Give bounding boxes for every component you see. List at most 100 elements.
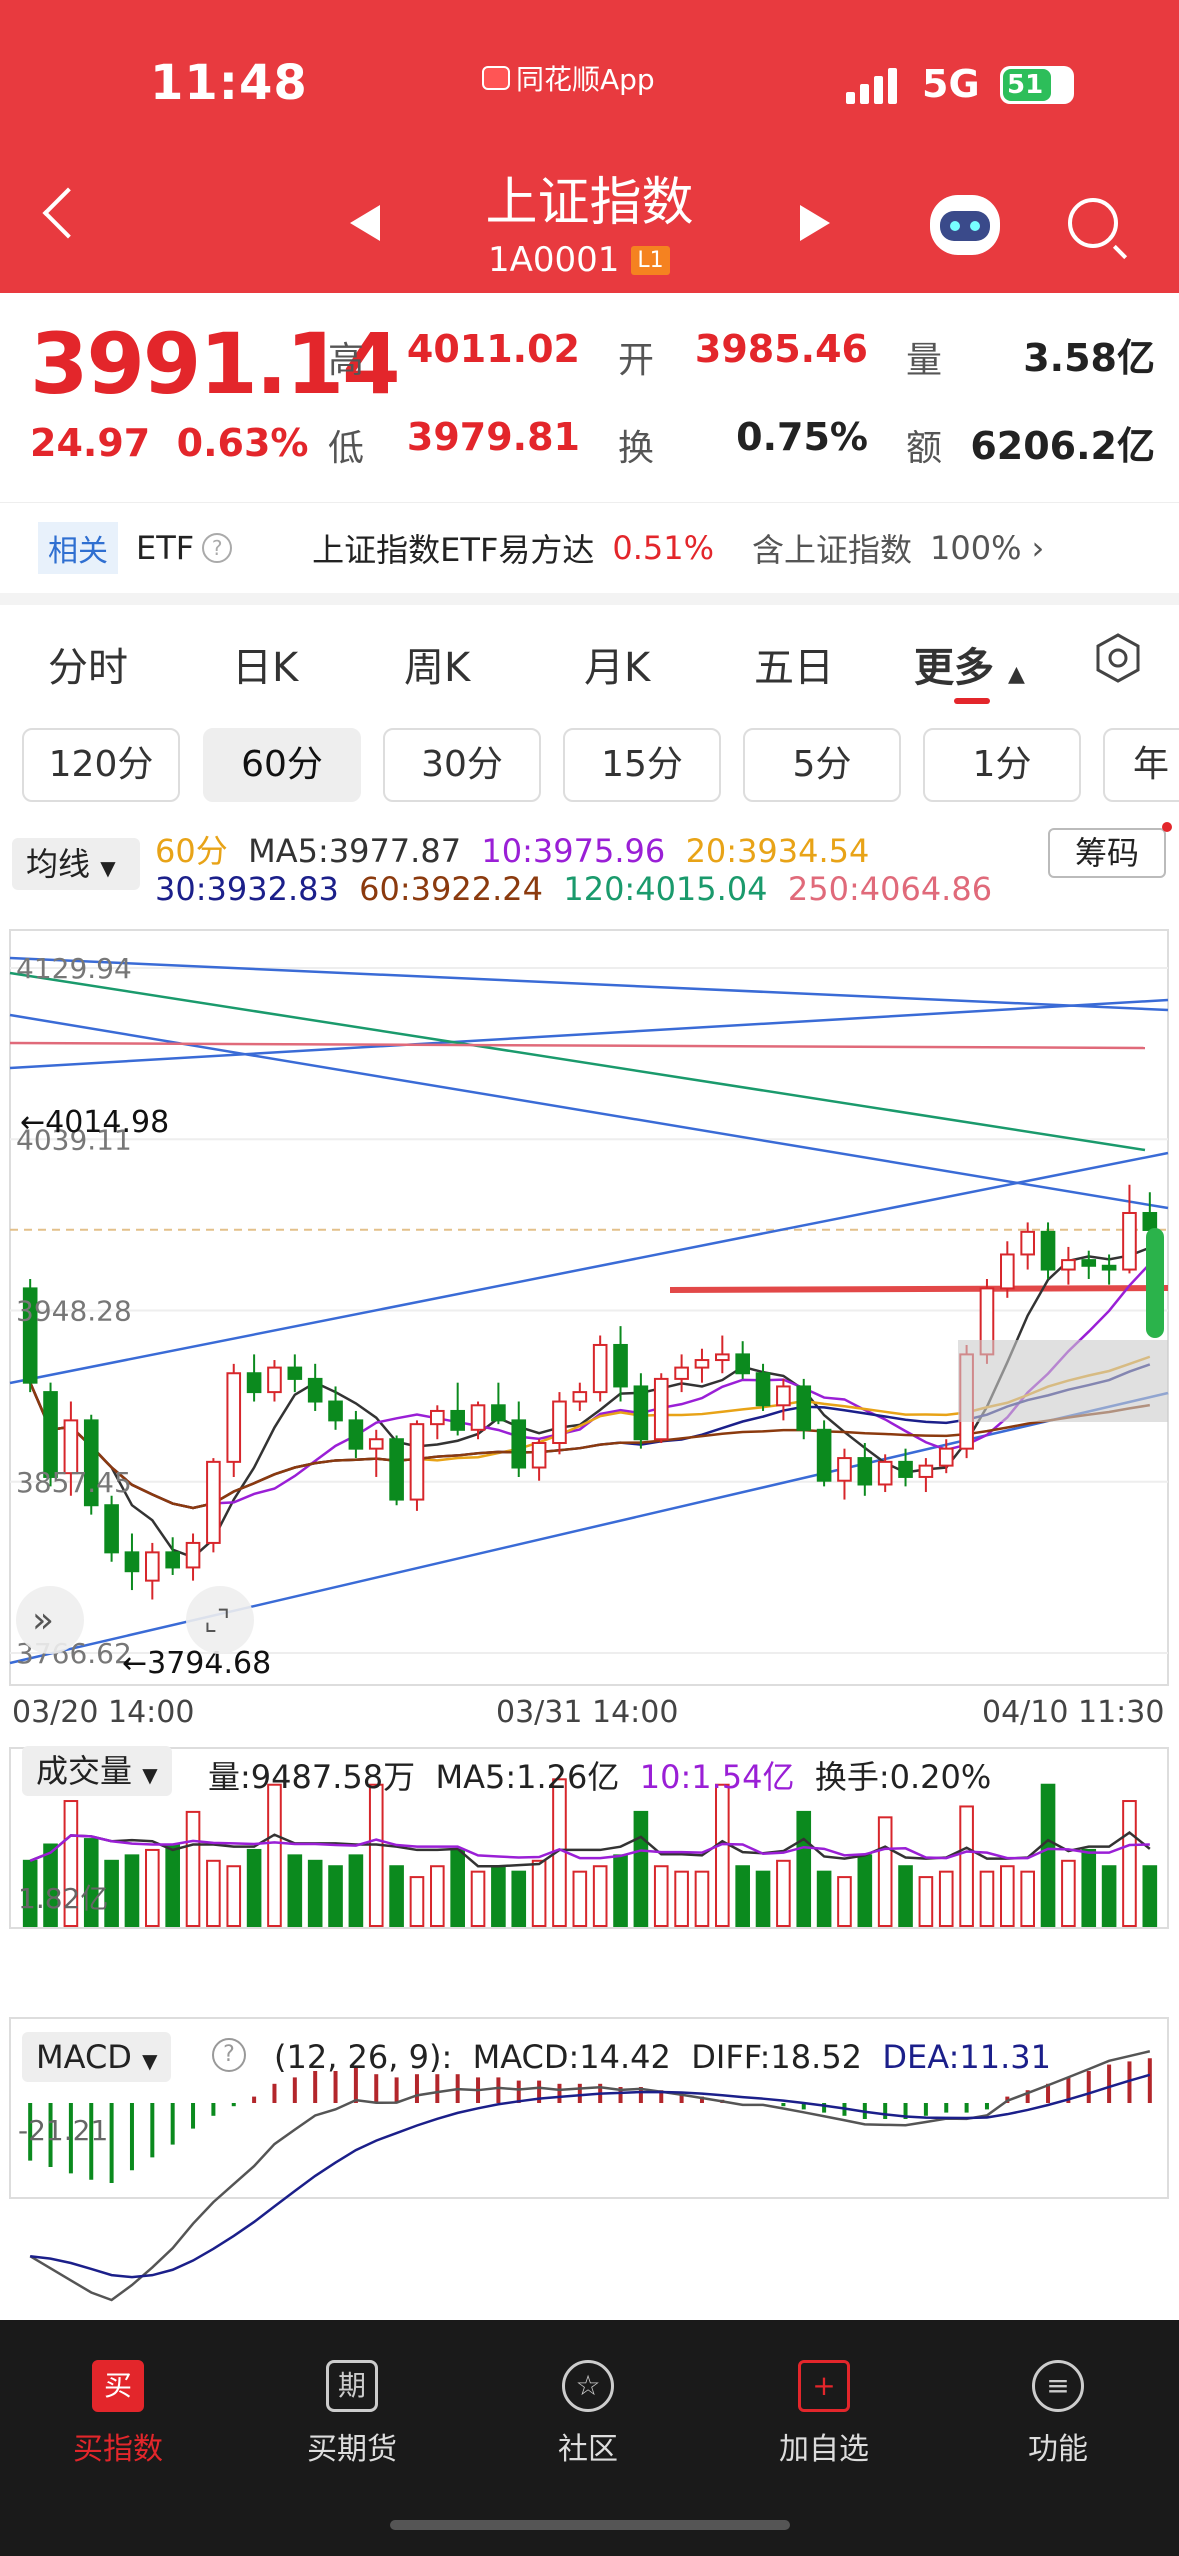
divider (0, 593, 1179, 605)
period-15m[interactable]: 15分 (563, 728, 721, 802)
candle-body (124, 1551, 140, 1573)
ma-legend-row-1: 60分 MA5:3977.87 10:3975.96 20:3934.54 (155, 826, 869, 872)
volume-bar (430, 1865, 445, 1928)
volume-mode-select[interactable]: 成交量 ▼ (22, 1746, 172, 1796)
quote-panel: 3991.14 24.97 0.63% 高 4011.02 开 3985.46 … (0, 293, 1179, 503)
volume-bar (246, 1848, 262, 1928)
menu-icon: ≡ (1032, 2360, 1084, 2412)
help-icon[interactable]: ? (202, 533, 233, 563)
chevron-right-icon: › (1031, 529, 1045, 567)
candle-body (246, 1372, 262, 1394)
etf-holding-pct: 100% (930, 529, 1022, 567)
assistant-robot-icon[interactable] (930, 195, 1000, 255)
search-icon[interactable] (1068, 198, 1118, 248)
period-60m[interactable]: 60分 (203, 728, 361, 802)
page-title: 上证指数 (485, 173, 694, 233)
volume-bar (918, 1876, 934, 1927)
volume-ma10: 10:1.54亿 (639, 1758, 795, 1796)
macd-mode-select[interactable]: MACD ▼ (22, 2032, 172, 2082)
macd-diff: DIFF:18.52 (691, 2038, 863, 2076)
candle-body (694, 1359, 710, 1369)
candle-body (653, 1377, 669, 1441)
candle-body (43, 1391, 58, 1478)
candle-body (165, 1551, 180, 1569)
candle-body (145, 1551, 160, 1582)
tab-weekly-k[interactable]: 周K (404, 635, 470, 693)
tab-five-day[interactable]: 五日 (754, 635, 834, 693)
etf-holding: 含上证指数 (752, 531, 913, 569)
related-etf-row[interactable]: 相关 ETF ? 上证指数ETF易方达 0.51% 含上证指数 100% › (0, 503, 1179, 593)
open-label: 开 (618, 340, 655, 381)
next-stock-icon[interactable] (800, 205, 830, 241)
high-label: 高 (328, 340, 365, 381)
period-5m[interactable]: 5分 (743, 728, 901, 802)
volume-bar (877, 1816, 893, 1927)
volume-bar (165, 1843, 180, 1927)
buy-futures-button[interactable]: 期买期货 (272, 2360, 432, 2468)
volume-bar (491, 1865, 506, 1928)
volume-bar (857, 1854, 873, 1927)
high-value: 4011.02 (406, 327, 580, 371)
fullscreen-glyph: ⌞⌝ (204, 1604, 230, 1637)
tab-timeshare[interactable]: 分时 (48, 635, 128, 693)
legend-ma60: 60:3922.24 (359, 870, 543, 908)
macd-dea: DEA:11.31 (882, 2038, 1051, 2076)
volume-axis-label: 1.82亿 (18, 1882, 108, 1915)
tab-more-label: 更多 (914, 645, 994, 691)
period-120m[interactable]: 120分 (22, 728, 180, 802)
macd-help-icon[interactable]: ? (212, 2038, 246, 2072)
level-badge: L1 (631, 245, 670, 275)
volume-bar (307, 1859, 323, 1927)
price-axis-label: 4129.94 (16, 952, 132, 985)
current-price-bar (1146, 1228, 1164, 1338)
price-grid (10, 967, 1168, 1654)
candle-body (1040, 1230, 1056, 1271)
candle-body (1122, 1211, 1137, 1271)
volume-bar (1040, 1783, 1056, 1927)
add-icon: + (798, 2360, 850, 2412)
time-axis-mid: 03/31 14:00 (496, 1695, 678, 1730)
candle-body (531, 1442, 547, 1469)
tab-daily-k[interactable]: 日K (232, 635, 298, 693)
candle-body (1142, 1211, 1158, 1231)
community-button[interactable]: ☆ 社区 (508, 2360, 668, 2468)
volume-bar (409, 1876, 425, 1927)
volume-bar (816, 1870, 832, 1928)
tab-monthly-k[interactable]: 月K (584, 635, 650, 693)
candle-body (104, 1504, 119, 1554)
futures-icon: 期 (326, 2360, 378, 2412)
candle-body (430, 1409, 445, 1426)
functions-button[interactable]: ≡ 功能 (978, 2360, 1138, 2468)
volume-bar (226, 1865, 242, 1928)
legend-ma120: 120:4015.04 (563, 870, 768, 908)
add-watchlist-button[interactable]: + 加自选 (744, 2360, 904, 2468)
tab-more[interactable]: 更多 ▲ (914, 635, 1025, 693)
macd-bars (28, 2058, 1152, 2183)
period-30m[interactable]: 30分 (383, 728, 541, 802)
indicator-mode-label: 均线 (26, 845, 91, 883)
vol-label: 量 (906, 340, 943, 381)
open-value: 3985.46 (694, 327, 868, 371)
candle-body (470, 1404, 486, 1431)
turnover-value: 0.75% (736, 415, 868, 459)
volume-bar (287, 1854, 303, 1927)
candle-body (450, 1409, 465, 1431)
kline-chart[interactable]: 4129.944039.113948.283857.453766.62 ←401… (0, 918, 1179, 2318)
volume-legend: 量:9487.58万 MA5:1.26亿 10:1.54亿 换手:0.20% (208, 1752, 991, 1798)
candle-body (816, 1428, 832, 1482)
volume-bar (1101, 1865, 1117, 1928)
price-axis-labels: 4129.944039.113948.283857.453766.62 (16, 952, 132, 1670)
volume-bar (837, 1876, 852, 1927)
settings-icon[interactable] (1092, 632, 1144, 684)
candle-body (348, 1419, 364, 1450)
volume-bar (124, 1854, 140, 1927)
macd-value: MACD:14.42 (472, 2038, 671, 2076)
chip-distribution-button[interactable]: 筹码 (1048, 828, 1166, 878)
period-1m[interactable]: 1分 (923, 728, 1081, 802)
indicator-mode-select[interactable]: 均线 ▼ (12, 838, 140, 890)
related-tag: 相关 (38, 522, 118, 574)
buy-index-button[interactable]: 买买指数 (38, 2360, 198, 2468)
period-year[interactable]: 年 (1103, 728, 1179, 802)
vol-value: 3.58亿 (1023, 336, 1155, 380)
volume-bar (470, 1870, 486, 1928)
